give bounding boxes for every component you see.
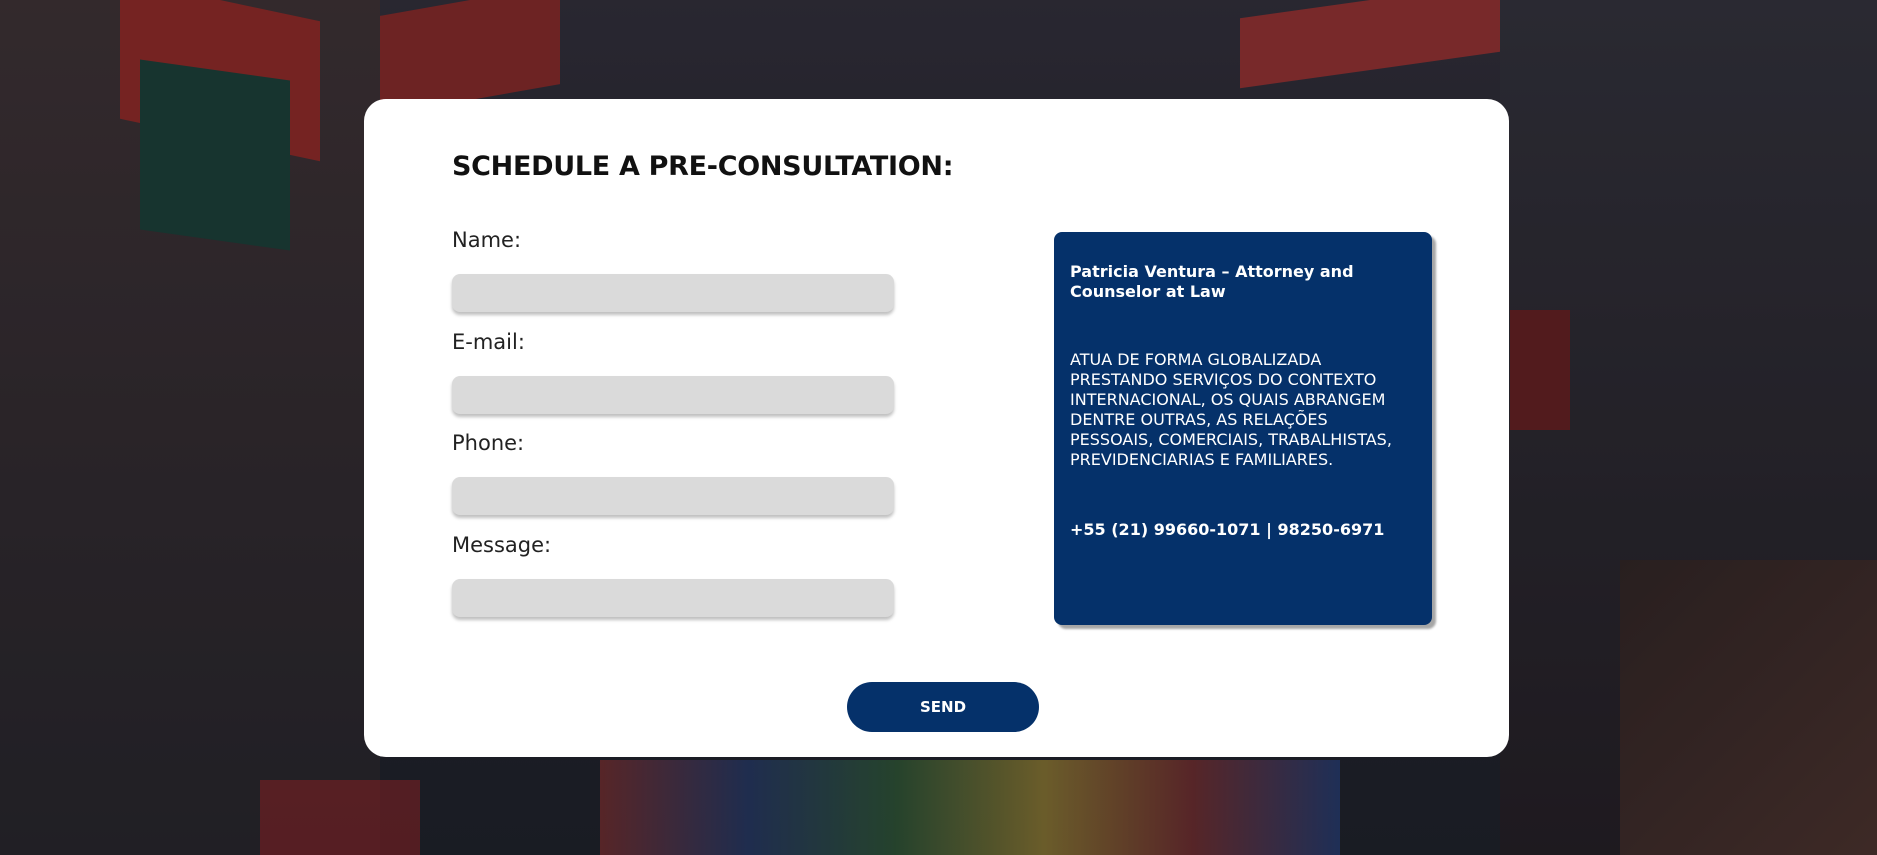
send-button[interactable]: SEND <box>847 682 1039 732</box>
name-label: Name: <box>452 228 522 252</box>
practice-description: ATUA DE FORMA GLOBALIZADA PRESTANDO SERV… <box>1070 350 1392 469</box>
consultation-card: SCHEDULE A PRE-CONSULTATION: Name: E-mai… <box>364 99 1509 757</box>
email-input[interactable] <box>452 376 894 414</box>
contact-info-box: Patricia Ventura – Attorney and Counselo… <box>1054 232 1432 625</box>
phone-input[interactable] <box>452 477 894 515</box>
email-label: E-mail: <box>452 330 525 354</box>
name-input[interactable] <box>452 274 894 312</box>
phone-numbers: +55 (21) 99660-1071 | 98250-6971 <box>1070 520 1385 539</box>
attorney-name: Patricia Ventura – Attorney and Counselo… <box>1070 262 1354 301</box>
message-label: Message: <box>452 533 552 557</box>
message-input[interactable] <box>452 579 894 617</box>
form-title: SCHEDULE A PRE-CONSULTATION: <box>452 151 954 182</box>
phone-label: Phone: <box>452 431 525 455</box>
